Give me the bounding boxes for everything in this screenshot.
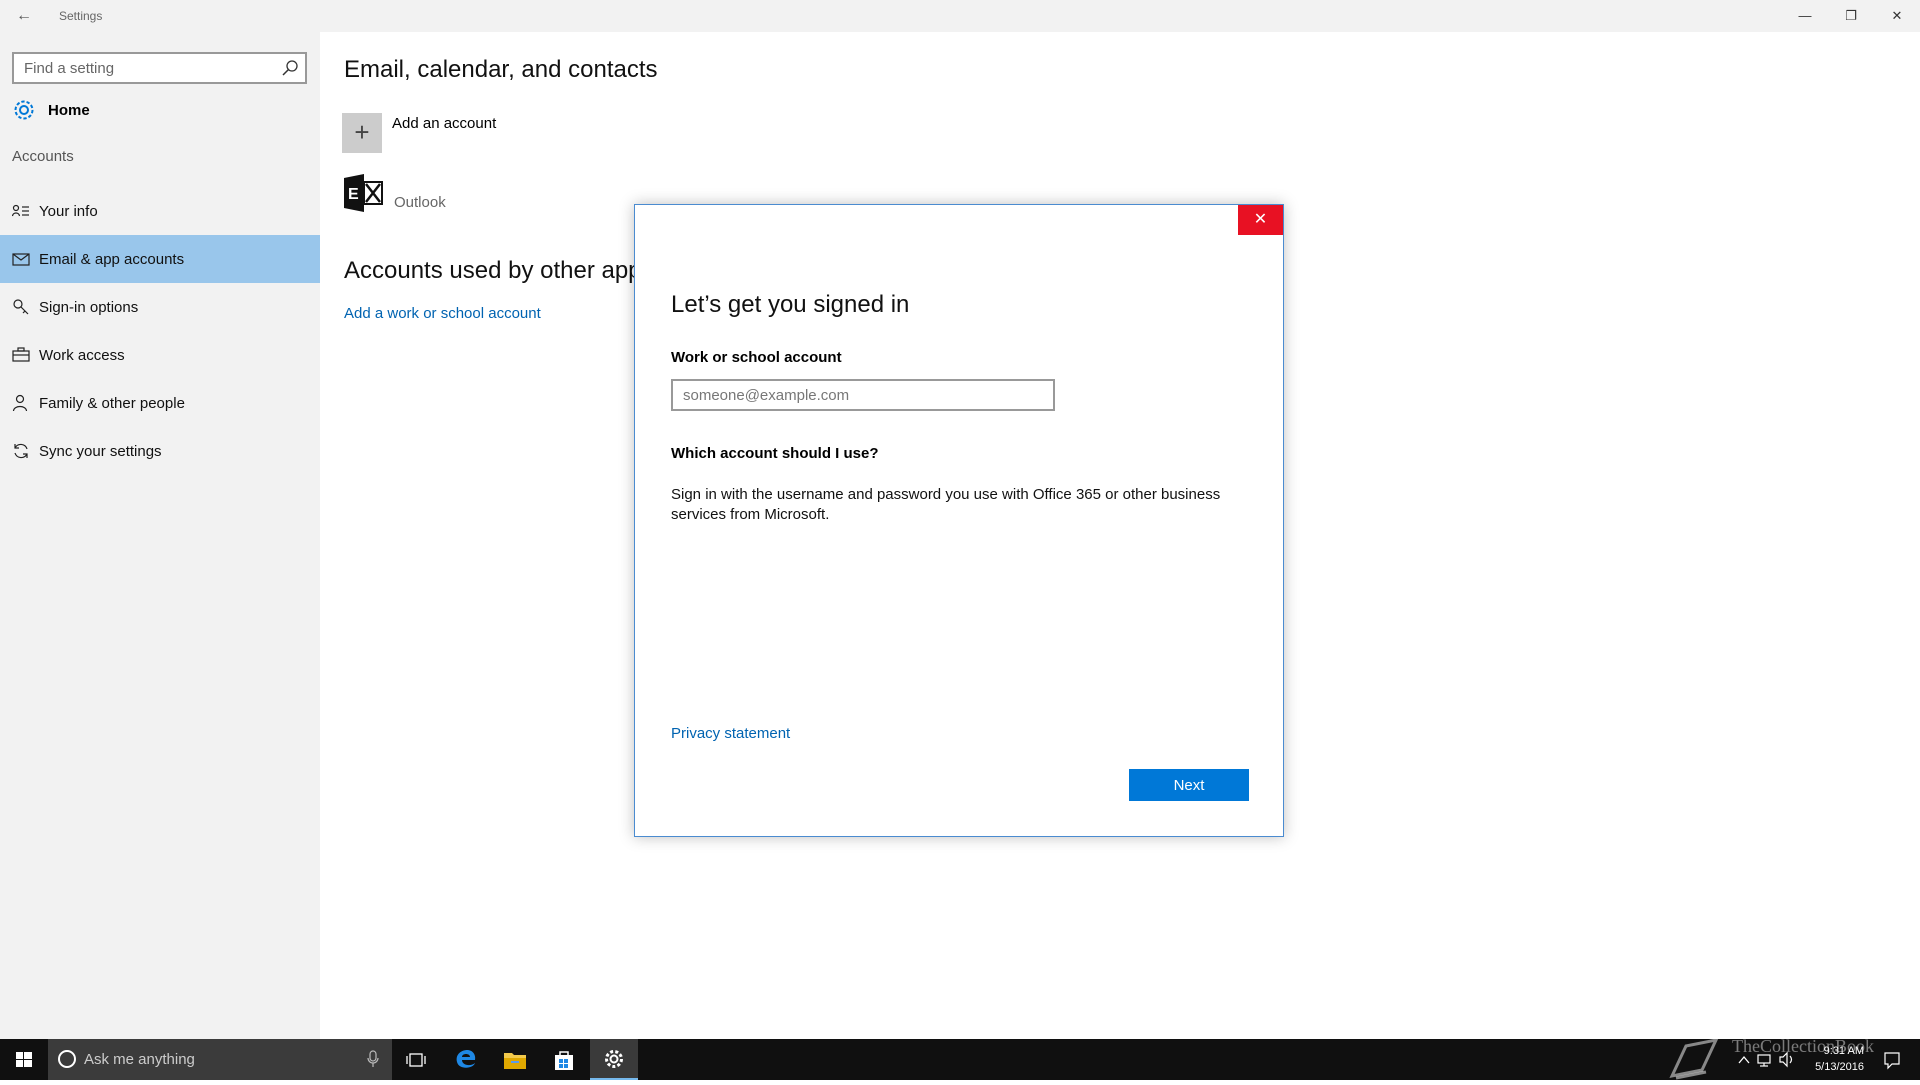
- search-icon[interactable]: [281, 59, 299, 77]
- window-title: Settings: [59, 9, 103, 23]
- key-icon: [13, 299, 29, 315]
- task-view-icon: [406, 1052, 426, 1067]
- sidebar-item-email-app-accounts[interactable]: Email & app accounts: [0, 235, 320, 283]
- section-heading-other-apps: Accounts used by other app: [344, 257, 642, 284]
- page-title: Email, calendar, and contacts: [344, 56, 658, 83]
- dialog-close-button[interactable]: ✕: [1238, 205, 1283, 235]
- next-button[interactable]: Next: [1129, 769, 1249, 801]
- sign-in-dialog: ✕ Let’s get you signed in Work or school…: [634, 204, 1284, 837]
- minimize-button[interactable]: —: [1782, 0, 1828, 32]
- exchange-icon: E: [344, 174, 383, 212]
- section-title: Accounts: [12, 148, 74, 165]
- sync-icon: [14, 443, 28, 459]
- settings-taskbar-button[interactable]: [590, 1039, 638, 1080]
- sidebar-item-sign-in-options[interactable]: Sign-in options: [0, 283, 320, 331]
- sidebar-item-family-other-people[interactable]: Family & other people: [0, 379, 320, 427]
- sidebar-item-label: Email & app accounts: [39, 250, 185, 268]
- help-description: Sign in with the username and password y…: [671, 486, 1221, 523]
- watermark-text: TheCollectionBook: [1732, 1036, 1874, 1056]
- title-bar: ← Settings — ❐ ✕: [0, 0, 1920, 32]
- cortana-search-box[interactable]: Ask me anything: [48, 1039, 392, 1080]
- search-input[interactable]: [14, 54, 264, 82]
- account-field-label: Work or school account: [671, 349, 842, 366]
- add-account-button[interactable]: + Add an account: [342, 113, 496, 153]
- folder-icon: [504, 1052, 526, 1069]
- dialog-title: Let’s get you signed in: [671, 291, 910, 318]
- gear-icon: [14, 100, 34, 120]
- briefcase-icon: [12, 347, 30, 362]
- sidebar-item-sync-settings[interactable]: Sync your settings: [0, 427, 320, 475]
- outlook-label: Outlook: [394, 193, 446, 211]
- sidebar-item-label: Sign-in options: [39, 298, 139, 316]
- store-taskbar-button[interactable]: [540, 1039, 588, 1080]
- help-question: Which account should I use?: [671, 445, 879, 462]
- edge-taskbar-button[interactable]: [442, 1039, 490, 1080]
- settings-gear-icon: [605, 1049, 623, 1068]
- windows-logo-icon: [16, 1052, 32, 1067]
- home-label: Home: [48, 101, 90, 119]
- person-card-icon: [12, 204, 29, 217]
- cortana-search-text: Ask me anything: [84, 1051, 195, 1068]
- home-nav-item[interactable]: Home: [12, 96, 307, 124]
- action-center-icon[interactable]: [1882, 1039, 1902, 1080]
- task-view-button[interactable]: [392, 1039, 440, 1080]
- store-bag-icon: [555, 1050, 573, 1070]
- privacy-statement-link[interactable]: Privacy statement: [671, 725, 790, 742]
- sidebar-item-label: Sync your settings: [39, 442, 162, 460]
- start-button[interactable]: [0, 1039, 48, 1080]
- sidebar-item-work-access[interactable]: Work access: [0, 331, 320, 379]
- email-field[interactable]: [671, 379, 1055, 411]
- sidebar-item-label: Work access: [39, 346, 125, 364]
- sidebar-item-label: Family & other people: [39, 394, 185, 412]
- sidebar-item-label: Your info: [39, 202, 98, 220]
- add-work-school-account-link[interactable]: Add a work or school account: [344, 305, 541, 322]
- microphone-icon[interactable]: [366, 1050, 380, 1068]
- outlook-account[interactable]: E Outlook: [342, 172, 446, 214]
- search-box: [12, 52, 307, 84]
- file-explorer-taskbar-button[interactable]: [491, 1039, 539, 1080]
- mail-icon: [12, 253, 30, 266]
- svg-text:E: E: [348, 186, 359, 203]
- close-window-button[interactable]: ✕: [1874, 0, 1920, 32]
- plus-icon: +: [342, 113, 382, 153]
- sidebar-nav: Your info Email & app accounts Sign-in o…: [0, 187, 320, 475]
- clock-date: 5/13/2016: [1815, 1061, 1864, 1073]
- back-arrow-icon[interactable]: ←: [14, 6, 34, 26]
- person-icon: [12, 394, 28, 412]
- add-account-label: Add an account: [392, 115, 497, 132]
- sidebar-item-your-info[interactable]: Your info: [0, 187, 320, 235]
- book-watermark-icon: [1669, 1037, 1719, 1080]
- sidebar: Home Accounts Your info Email & app acco…: [0, 32, 320, 1039]
- taskbar: Ask me anything 9:31 AM 5/13/2016: [0, 1039, 1920, 1080]
- edge-icon: [456, 1049, 476, 1068]
- cortana-icon: [58, 1050, 76, 1068]
- maximize-button[interactable]: ❐: [1828, 0, 1874, 32]
